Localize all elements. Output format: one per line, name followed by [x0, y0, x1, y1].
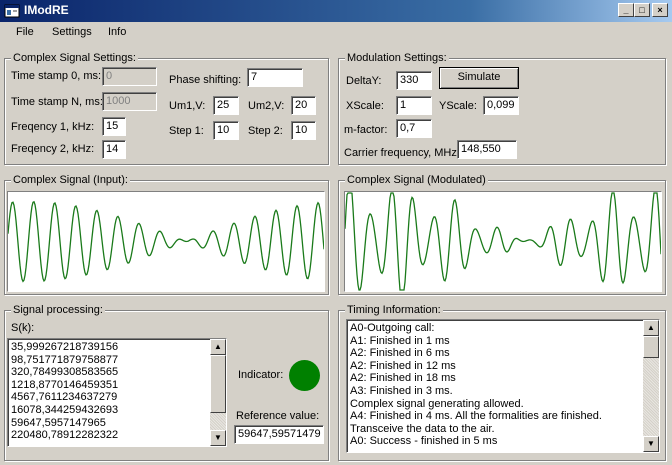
freq1-label: Freqency 1, kHz:: [11, 121, 95, 133]
timing-line[interactable]: A3: Finished in 3 ms.: [350, 385, 602, 398]
timestamp0-input[interactable]: 0: [102, 67, 157, 86]
s-k-item[interactable]: 4567,7611234637279: [11, 391, 118, 404]
simulate-button[interactable]: Simulate: [439, 67, 519, 89]
input-signal-chart: [8, 200, 324, 283]
timing-line[interactable]: A2: Finished in 18 ms: [350, 372, 602, 385]
s-k-scrollbar[interactable]: ▲ ▼: [210, 339, 226, 446]
xscale-label: XScale:: [346, 100, 384, 112]
group-title: Complex Signal (Input):: [11, 174, 130, 186]
s-k-item[interactable]: 98,751771879758877: [11, 354, 118, 367]
s-k-item[interactable]: 35,999267218739156: [11, 341, 118, 354]
minimize-button[interactable]: _: [618, 3, 634, 17]
menu-info[interactable]: Info: [108, 26, 126, 38]
timing-line[interactable]: Complex signal generating allowed.: [350, 398, 602, 411]
indicator-label: Indicator:: [238, 369, 284, 381]
group-title: Signal processing:: [11, 304, 105, 316]
phase-input[interactable]: 7: [247, 68, 303, 87]
timing-line[interactable]: A2: Finished in 6 ms: [350, 347, 602, 360]
signal-line: [345, 192, 661, 291]
s-k-rows: 35,999267218739156 98,751771879758877 320,…: [11, 341, 118, 442]
carrier-label: Carrier frequency, MHz:: [344, 147, 460, 159]
timing-line[interactable]: A0-Outgoing call:: [350, 322, 602, 335]
close-button[interactable]: ×: [652, 3, 668, 17]
modulated-signal-chart: [345, 192, 661, 291]
mfactor-input[interactable]: 0,7: [396, 119, 432, 138]
um2-label: Um2,V:: [248, 100, 285, 112]
main-window: IModRE _ □ × File Settings Info Complex …: [0, 0, 672, 465]
step2-label: Step 2:: [248, 125, 283, 137]
group-title: Complex Signal (Modulated): [345, 174, 488, 186]
signal-line: [8, 200, 324, 283]
step2-input[interactable]: 10: [291, 121, 316, 140]
timing-rows: A0-Outgoing call: A1: Finished in 1 ms A2:…: [350, 322, 602, 448]
menu-settings[interactable]: Settings: [52, 26, 92, 38]
scroll-up-icon[interactable]: ▲: [210, 339, 226, 355]
step1-label: Step 1:: [169, 125, 204, 137]
scroll-down-icon[interactable]: ▼: [643, 436, 659, 452]
yscale-input[interactable]: 0,099: [483, 96, 519, 115]
reference-value-input[interactable]: 59647,59571479: [234, 425, 324, 444]
step1-input[interactable]: 10: [213, 121, 239, 140]
modulated-signal-plot: [344, 191, 662, 292]
timing-line[interactable]: A4: Finished in 4 ms. All the formalitie…: [350, 410, 602, 423]
maximize-button[interactable]: □: [634, 3, 650, 17]
phase-label: Phase shifting:: [169, 74, 242, 86]
timing-line[interactable]: A2: Finished in 12 ms: [350, 360, 602, 373]
timing-scrollbar[interactable]: ▲ ▼: [643, 320, 659, 452]
group-title: Complex Signal Settings:: [11, 52, 138, 64]
carrier-input[interactable]: 148,550: [457, 140, 517, 159]
menu-file[interactable]: File: [16, 26, 34, 38]
s-k-item[interactable]: 320,78499308583565: [11, 366, 118, 379]
timing-line[interactable]: A0: Success - finished in 5 ms: [350, 435, 602, 448]
um1-input[interactable]: 25: [213, 96, 239, 115]
s-k-label: S(k):: [11, 322, 35, 334]
reference-label: Reference value:: [236, 410, 320, 422]
mfactor-label: m-factor:: [344, 124, 388, 136]
timing-line[interactable]: A1: Finished in 1 ms: [350, 335, 602, 348]
freq2-input[interactable]: 14: [102, 140, 126, 159]
timing-log[interactable]: A0-Outgoing call: A1: Finished in 1 ms A2:…: [346, 319, 660, 453]
um1-label: Um1,V:: [169, 100, 206, 112]
deltay-label: DeltaY:: [346, 75, 382, 87]
group-title: Modulation Settings:: [345, 52, 449, 64]
menu-bar: File Settings Info: [0, 22, 672, 42]
scroll-down-icon[interactable]: ▼: [210, 430, 226, 446]
s-k-item[interactable]: 16078,344259432693: [11, 404, 118, 417]
s-k-item[interactable]: 220480,78912282322: [11, 429, 118, 442]
s-k-item[interactable]: 1218,8770146459351: [11, 379, 118, 392]
scrollbar-thumb[interactable]: [643, 336, 659, 358]
app-icon: [4, 4, 20, 18]
s-k-listbox[interactable]: 35,999267218739156 98,751771879758877 320,…: [7, 338, 227, 447]
title-bar[interactable]: IModRE _ □ ×: [0, 0, 672, 22]
freq1-input[interactable]: 15: [102, 117, 126, 136]
timestampN-input[interactable]: 1000: [102, 92, 157, 111]
um2-input[interactable]: 20: [291, 96, 316, 115]
deltay-input[interactable]: 330: [396, 71, 432, 90]
xscale-input[interactable]: 1: [396, 96, 432, 115]
scroll-up-icon[interactable]: ▲: [643, 320, 659, 336]
timing-line[interactable]: Transceive the data to the air.: [350, 423, 602, 436]
timestampN-label: Time stamp N, ms:: [11, 96, 103, 108]
window-title: IModRE: [24, 3, 69, 17]
freq2-label: Freqency 2, kHz:: [11, 143, 95, 155]
input-signal-plot: [7, 191, 325, 292]
yscale-label: YScale:: [439, 100, 477, 112]
indicator-lamp: [289, 360, 320, 391]
scrollbar-thumb[interactable]: [210, 355, 226, 413]
timestamp0-label: Time stamp 0, ms:: [11, 70, 102, 82]
s-k-item[interactable]: 59647,5957147965: [11, 417, 118, 430]
group-title: Timing Information:: [345, 304, 443, 316]
